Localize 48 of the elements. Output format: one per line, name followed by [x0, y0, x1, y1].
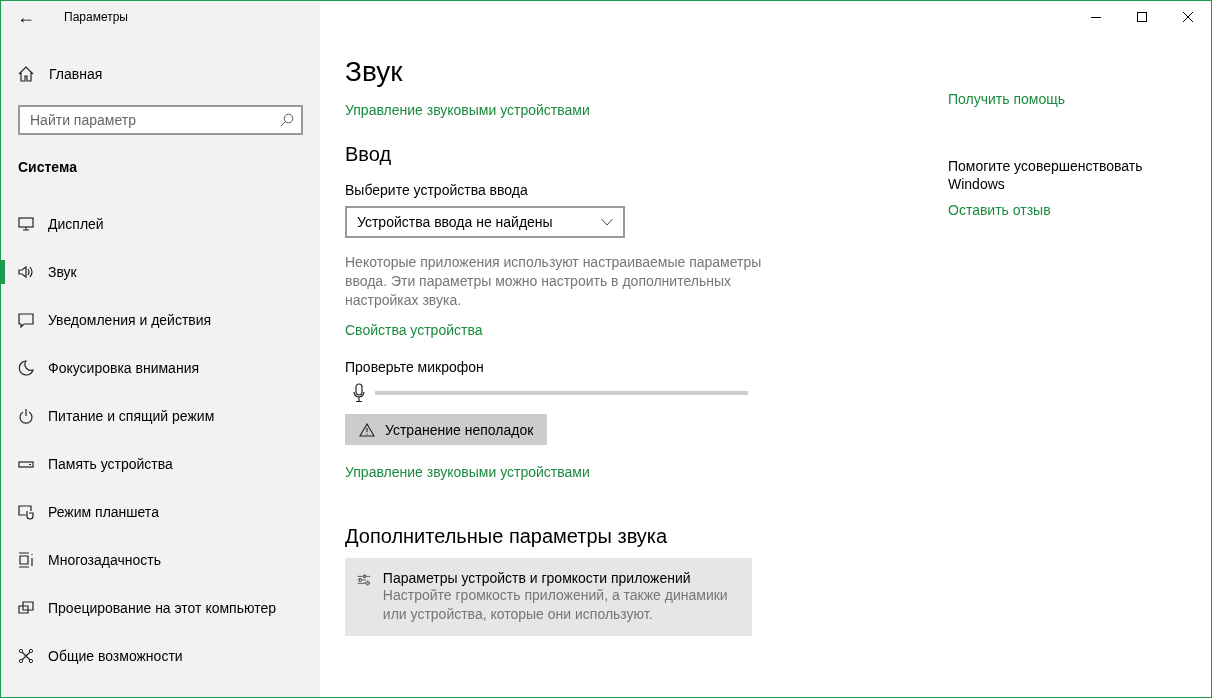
- card-title: Параметры устройств и громкости приложений: [382, 570, 692, 586]
- microphone-icon: [353, 383, 365, 403]
- sidebar-item[interactable]: Уведомления и действия: [1, 296, 320, 344]
- card-description: Настройте громкость приложений, а также динамики или устройства, которые они используют.: [382, 586, 729, 624]
- section-heading: Дополнительные параметры звука: [345, 524, 668, 549]
- sidebar-item[interactable]: Режим планшета: [1, 488, 320, 536]
- sidebar-item[interactable]: Звук: [1, 248, 320, 296]
- troubleshoot-button[interactable]: Устранение неполадок: [345, 414, 548, 445]
- sidebar-item[interactable]: Питание и спящий режим: [1, 392, 320, 440]
- sidebar-item[interactable]: Дисплей: [1, 200, 320, 248]
- get-help-link[interactable]: Получить помощь: [948, 91, 1065, 107]
- close-icon: [1182, 11, 1194, 23]
- nav-icon: [18, 504, 34, 520]
- feedback-prompt-text: Помогите усовершенствовать Windows: [948, 157, 1144, 193]
- app-volume-card[interactable]: Параметры устройств и громкости приложений Настройте громкость приложений, а также динамики или устройства, которые они используют.: [345, 558, 752, 636]
- section-heading: Ввод: [345, 142, 392, 167]
- field-label: Выберите устройства ввода: [345, 182, 528, 198]
- nav-icon: [18, 552, 34, 568]
- device-properties-link[interactable]: Свойства устройства: [345, 322, 483, 338]
- sidebar-item[interactable]: Общие возможности: [1, 632, 320, 680]
- sidebar-item[interactable]: Память устройства: [1, 440, 320, 488]
- field-label: Проверьте микрофон: [345, 359, 484, 375]
- warning-icon: [359, 422, 375, 437]
- nav-icon: [18, 264, 34, 280]
- sidebar-item[interactable]: Фокусировка внимания: [1, 344, 320, 392]
- maximize-icon: [1136, 11, 1148, 23]
- home-icon: [18, 66, 34, 82]
- sidebar-item[interactable]: Проецирование на этот компьютер: [1, 584, 320, 632]
- nav-icon: [18, 312, 34, 328]
- nav-icon: [18, 408, 34, 424]
- back-button[interactable]: ←: [2, 6, 50, 28]
- nav-icon: [18, 648, 34, 664]
- search-icon: [280, 113, 294, 127]
- input-device-dropdown[interactable]: Устройства ввода не найдены: [345, 206, 625, 238]
- nav-icon: [18, 216, 34, 232]
- home-nav-item[interactable]: Главная: [1, 59, 320, 89]
- chevron-down-icon: [601, 218, 613, 226]
- manage-devices-link[interactable]: Управление звуковыми устройствами: [345, 102, 590, 118]
- nav-icon: [18, 600, 34, 616]
- search-field[interactable]: Найти параметр: [18, 105, 303, 135]
- window-title: Параметры: [64, 10, 128, 24]
- sidebar-item[interactable]: Многозадачность: [1, 536, 320, 584]
- section-heading: Система: [17, 158, 78, 177]
- manage-devices-link[interactable]: Управление звуковыми устройствами: [345, 464, 590, 480]
- nav-icon: [18, 360, 34, 376]
- feedback-link[interactable]: Оставить отзыв: [948, 202, 1051, 218]
- page-title: Звук: [345, 55, 403, 89]
- description-text: Некоторые приложения используют настраиваемые параметры ввода. Эти параметры можно настроить в дополнительных настройках звука.: [345, 253, 763, 310]
